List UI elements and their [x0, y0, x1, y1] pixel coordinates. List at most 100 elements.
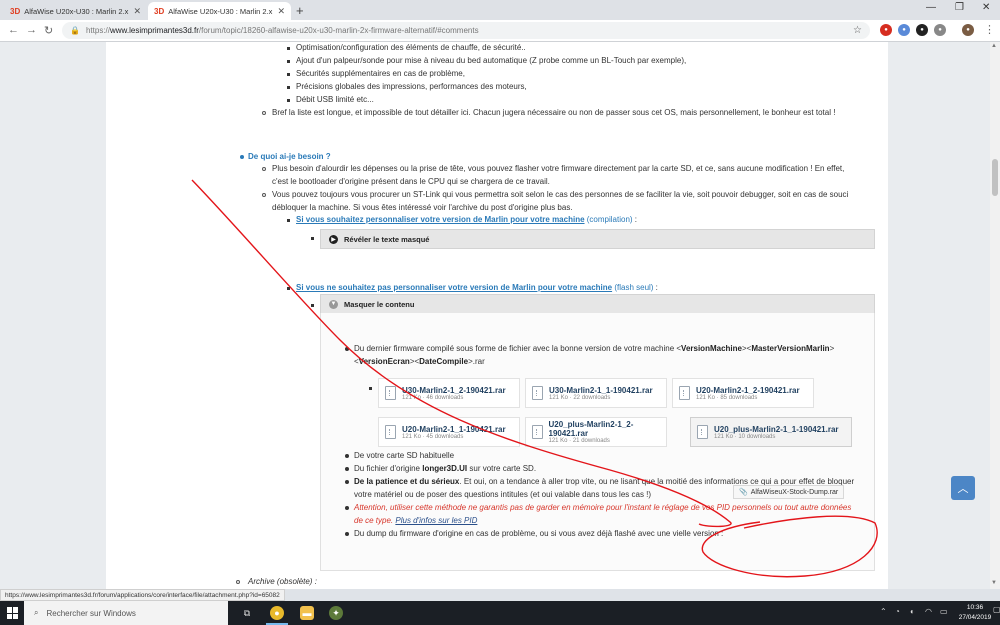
option-line: Si vous souhaitez personnaliser votre ve…: [296, 215, 638, 224]
bullet: [369, 387, 372, 390]
bullet: [345, 506, 349, 510]
windows-taskbar: ⌕ Rechercher sur Windows ⧉ ● ▬ ✦ ⌃ ◔ ◐ ◠…: [0, 601, 1000, 625]
bullet: [287, 219, 290, 222]
paragraph-line: Du dump du firmware d'origine en cas de …: [354, 529, 724, 538]
profile-avatar[interactable]: ●: [962, 24, 974, 36]
address-bar[interactable]: 🔒 https://www.lesimprimantes3d.fr/forum/…: [62, 22, 870, 39]
bullet: [345, 467, 349, 471]
reload-icon[interactable]: ↻: [44, 24, 53, 37]
tab-1[interactable]: 3D AlfaWise U20x-U30 : Marlin 2.x (F ✕: [4, 2, 147, 20]
app-icon[interactable]: ✦: [329, 606, 343, 620]
extension-icon[interactable]: ●: [916, 24, 928, 36]
forward-icon[interactable]: →: [26, 24, 37, 36]
status-bar: https://www.lesimprimantes3d.fr/forum/ap…: [0, 589, 285, 601]
page-scrollbar[interactable]: ▲ ▼: [990, 42, 1000, 589]
volume-icon[interactable]: ◐: [910, 607, 915, 616]
lock-icon: 🔒: [70, 26, 80, 35]
bullet: [287, 287, 290, 290]
scroll-to-top-button[interactable]: ︿: [951, 476, 975, 500]
file-icon: [385, 425, 396, 439]
list-item: Sécurités supplémentaires en cas de prob…: [296, 69, 465, 78]
non-personnaliser-link[interactable]: Si vous ne souhaitez pas personnaliser v…: [296, 283, 612, 292]
file-explorer-icon[interactable]: ▬: [300, 606, 314, 620]
attachment-card[interactable]: U30-Marlin2-1_2-190421.rar 121 Ko · 46 do…: [378, 378, 520, 408]
chrome-icon[interactable]: ●: [270, 606, 284, 620]
list-item: Débit USB limité etc...: [296, 95, 374, 104]
paragraph-line: <VersionEcran><DateCompile>.rar: [354, 357, 485, 366]
bref-text: Bref la liste est longue, et impossible …: [272, 108, 836, 117]
bullet: [345, 532, 349, 536]
bullet: [345, 454, 349, 458]
new-tab-icon[interactable]: +: [296, 3, 304, 18]
attachment-card[interactable]: U20_plus-Marlin2-1_1-190421.rar 121 Ko · …: [690, 417, 852, 447]
chevron-down-icon: ▼: [329, 299, 338, 309]
paperclip-icon: 📎: [739, 489, 748, 496]
list-item: Optimisation/configuration des éléments …: [296, 43, 526, 52]
bullet: [287, 99, 290, 102]
bullet: [262, 167, 266, 171]
keyboard-icon[interactable]: ▭: [940, 607, 948, 616]
spoiler-hide-button[interactable]: ▼ Masquer le contenu: [320, 294, 875, 314]
dump-attachment-link[interactable]: 📎 AlfaWiseuX-Stock-Dump.rar: [733, 485, 845, 499]
network-icon[interactable]: ◔: [895, 607, 900, 616]
scrollbar-thumb[interactable]: [992, 159, 998, 196]
paragraph-line: Plus besoin d'alourdir les dépenses ou l…: [272, 164, 845, 173]
url-text: https://www.lesimprimantes3d.fr/forum/to…: [85, 26, 479, 35]
system-clock[interactable]: 10:36 27/04/2019: [957, 603, 993, 623]
menu-icon[interactable]: ⋮: [984, 23, 995, 36]
section-heading: De quoi ai-je besoin ?: [248, 152, 331, 161]
attachment-card[interactable]: U30-Marlin2-1_1-190421.rar 121 Ko · 22 do…: [525, 378, 667, 408]
list-item: Précisions globales des impressions, per…: [296, 82, 527, 91]
minimize-icon[interactable]: —: [926, 2, 936, 13]
spoiler-reveal-button[interactable]: ▶ Révéler le texte masqué: [320, 229, 875, 249]
file-icon: [697, 425, 708, 439]
extension-icon[interactable]: ●: [898, 24, 910, 36]
chevron-right-icon: ▶: [329, 234, 338, 244]
attachment-card[interactable]: U20-Marlin2-1_1-190421.rar 121 Ko · 45 do…: [378, 417, 520, 447]
option-line: Si vous ne souhaitez pas personnaliser v…: [296, 283, 658, 292]
archive-heading: Archive (obsolète) :: [248, 577, 317, 586]
maximize-icon[interactable]: ❐: [955, 2, 964, 13]
people-icon[interactable]: ⌃: [880, 607, 887, 616]
list-item: Ajout d'un palpeur/sonde pour mise à niv…: [296, 56, 687, 65]
bookmark-star-icon[interactable]: ☆: [853, 25, 862, 36]
search-icon: ⌕: [34, 608, 39, 617]
notification-icon[interactable]: ▢: [993, 605, 1000, 614]
bullet: [287, 86, 290, 89]
browser-toolbar: ← → ↻ 🔒 https://www.lesimprimantes3d.fr/…: [0, 20, 1000, 42]
extension-icon[interactable]: ●: [880, 24, 892, 36]
site-favicon-icon: 3D: [154, 6, 165, 16]
pid-info-link[interactable]: Plus d'infos sur les PID: [395, 516, 477, 525]
windows-start-icon[interactable]: [7, 607, 19, 619]
back-icon[interactable]: ←: [8, 24, 19, 36]
close-tab-icon[interactable]: ✕: [277, 6, 285, 17]
page-viewport: Optimisation/configuration des éléments …: [0, 42, 990, 589]
bullet: [287, 73, 290, 76]
bullet: [236, 580, 240, 584]
bullet: [240, 155, 244, 159]
close-window-icon[interactable]: ✕: [982, 2, 990, 13]
bullet: [345, 480, 349, 484]
bullet: [262, 193, 266, 197]
attachment-card[interactable]: U20_plus-Marlin2-1_2-190421.rar 121 Ko · …: [525, 417, 667, 447]
bullet: [287, 47, 290, 50]
wifi-icon[interactable]: ◠: [925, 607, 932, 616]
paragraph-line: De votre carte SD habituelle: [354, 451, 455, 460]
paragraph-line: Du dernier firmware compilé sous forme d…: [354, 344, 835, 353]
task-view-icon[interactable]: ⧉: [240, 606, 254, 620]
paragraph-line: c'est le bootloader d'origine présent da…: [272, 177, 550, 186]
scroll-up-icon[interactable]: ▲: [991, 43, 997, 49]
file-icon: [385, 386, 396, 400]
scroll-down-icon[interactable]: ▼: [991, 580, 997, 586]
tab-title: AlfaWise U20x-U30 : Marlin 2.x (F: [24, 6, 130, 16]
personnaliser-link[interactable]: Si vous souhaitez personnaliser votre ve…: [296, 215, 585, 224]
bullet: [311, 237, 314, 240]
file-icon: [532, 425, 543, 439]
close-tab-icon[interactable]: ✕: [133, 6, 141, 17]
paragraph-line: débloquer la machine. Si vous êtes intér…: [272, 203, 573, 212]
paragraph-line: votre matériel ou de poser des questions…: [354, 490, 652, 499]
extension-icon[interactable]: ●: [934, 24, 946, 36]
tab-2[interactable]: 3D AlfaWise U20x-U30 : Marlin 2.x (F ✕: [148, 2, 291, 20]
attachment-card[interactable]: U20-Marlin2-1_2-190421.rar 121 Ko · 85 do…: [672, 378, 814, 408]
taskbar-search[interactable]: ⌕ Rechercher sur Windows: [24, 601, 228, 625]
